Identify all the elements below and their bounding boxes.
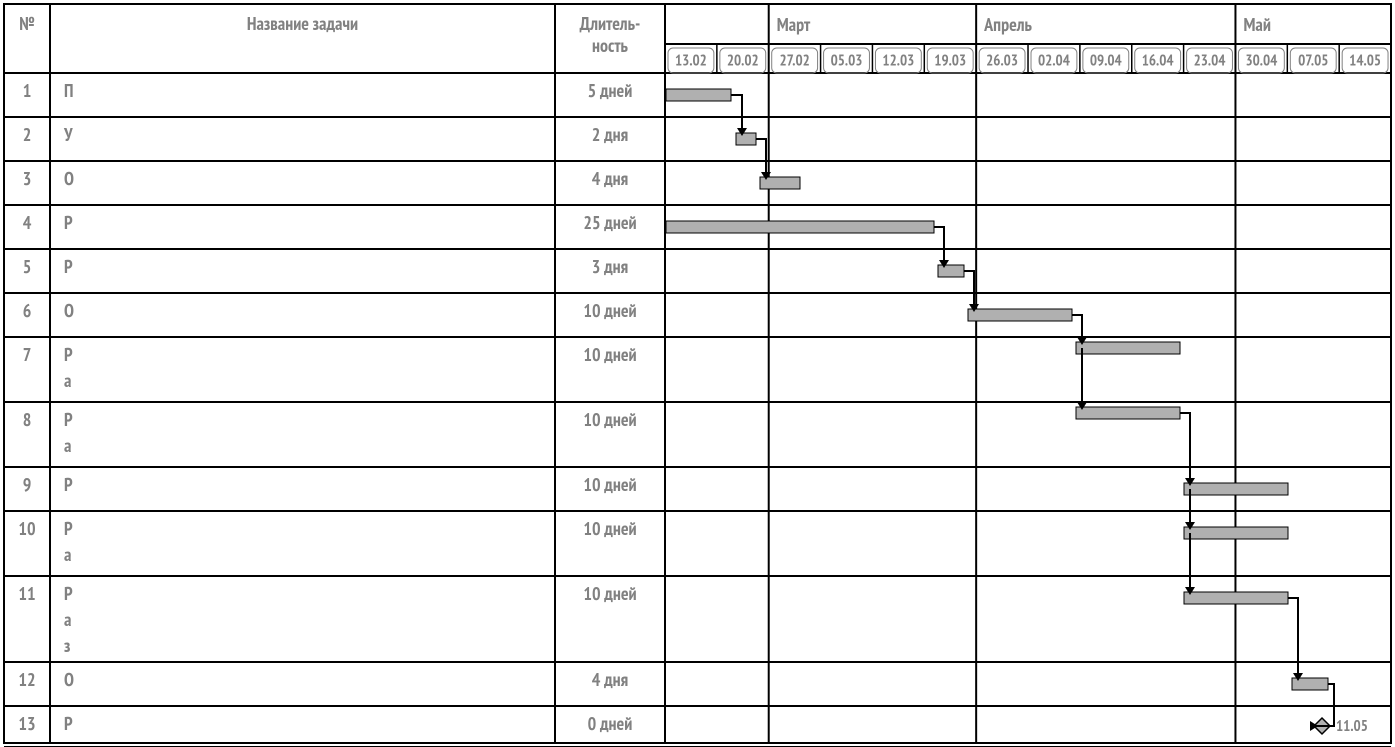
task-num: 11	[18, 582, 35, 605]
gantt-bar	[666, 221, 934, 233]
dependency-arrow	[1072, 315, 1082, 339]
milestone-label: 11.05	[1336, 717, 1368, 736]
task-name: Р	[64, 211, 73, 234]
gantt-bar	[666, 89, 731, 101]
task-dur: 10 дней	[583, 299, 636, 322]
week-label: 30.04	[1245, 52, 1277, 71]
dependency-arrow	[756, 139, 766, 174]
week-label: 02.04	[1038, 52, 1070, 71]
week-label: 16.04	[1142, 52, 1174, 71]
dependency-arrow	[1288, 598, 1298, 675]
task-dur: 10 дней	[583, 408, 636, 431]
task-num: 10	[18, 517, 35, 540]
task-dur: 4 дня	[592, 167, 628, 190]
task-dur: 10 дней	[583, 582, 636, 605]
task-dur: 5 дней	[588, 79, 633, 102]
task-name: Р	[64, 255, 73, 278]
task-num: 13	[18, 712, 35, 735]
task-name: а	[64, 608, 71, 631]
task-num: 1	[23, 79, 32, 102]
gantt-bar	[1076, 407, 1180, 419]
col-header-num: №	[19, 12, 34, 35]
col-header-dur-2: ность	[592, 34, 629, 57]
dependency-arrow	[731, 95, 742, 130]
week-label: 26.03	[986, 52, 1018, 71]
task-name: П	[64, 79, 73, 102]
task-num: 7	[23, 343, 32, 366]
week-label: 27.02	[779, 52, 809, 71]
week-label: 23.04	[1194, 52, 1226, 71]
task-name: Р	[64, 517, 73, 540]
month-label: Апрель	[983, 13, 1032, 36]
task-name: О	[64, 299, 74, 322]
col-header-dur-1: Длитель-	[580, 12, 641, 35]
task-name: Р	[64, 408, 73, 431]
gantt-bar	[968, 309, 1072, 321]
month-label: Март	[777, 13, 811, 36]
week-label: 19.03	[934, 52, 966, 71]
month-label: Май	[1243, 13, 1271, 36]
task-name: а	[64, 434, 71, 457]
week-label: 07.05	[1298, 52, 1328, 71]
task-name: з	[64, 634, 70, 657]
gantt-bar	[736, 133, 756, 145]
task-dur: 3 дня	[592, 255, 628, 278]
task-name: О	[64, 668, 74, 691]
task-dur: 10 дней	[583, 343, 636, 366]
task-dur: 10 дней	[583, 517, 636, 540]
task-name: а	[64, 543, 71, 566]
task-dur: 10 дней	[583, 473, 636, 496]
task-dur: 2 дня	[592, 123, 628, 146]
task-dur: 4 дня	[592, 668, 628, 691]
dependency-arrow	[964, 271, 974, 306]
week-label: 20.02	[727, 52, 759, 71]
task-num: 5	[23, 255, 32, 278]
task-dur: 25 дней	[583, 211, 636, 234]
task-dur: 0 дней	[588, 712, 633, 735]
gantt-bar	[1184, 592, 1288, 604]
task-name: О	[64, 167, 74, 190]
task-num: 6	[23, 299, 32, 322]
task-num: 12	[18, 668, 35, 691]
task-num: 9	[23, 473, 32, 496]
dependency-arrow	[1180, 413, 1190, 480]
week-label: 09.04	[1090, 52, 1122, 71]
task-num: 3	[23, 167, 32, 190]
task-num: 8	[23, 408, 32, 431]
outer-border	[4, 4, 1391, 743]
week-label: 12.03	[882, 52, 914, 71]
week-label: 14.05	[1349, 52, 1381, 71]
task-name: Р	[64, 473, 73, 496]
task-name: Р	[64, 712, 73, 735]
task-name: У	[63, 123, 73, 146]
gantt-chart: 13.02 20.02 27.02 05.03 12.03 19.03 26.03 02.04…	[0, 0, 1395, 747]
gantt-bar	[1076, 342, 1180, 354]
task-num: 2	[23, 123, 32, 146]
task-name: Р	[64, 343, 73, 366]
col-header-task: Название задачи	[247, 12, 358, 35]
task-name: Р	[64, 582, 73, 605]
gantt-bar	[1184, 527, 1288, 539]
task-name: а	[64, 369, 71, 392]
gantt-bar	[1184, 483, 1288, 495]
dependency-arrow	[934, 227, 944, 262]
week-label: 05.03	[831, 52, 863, 71]
task-num: 4	[23, 211, 32, 234]
gantt-bar	[938, 265, 964, 277]
week-label: 13.02	[675, 52, 707, 71]
